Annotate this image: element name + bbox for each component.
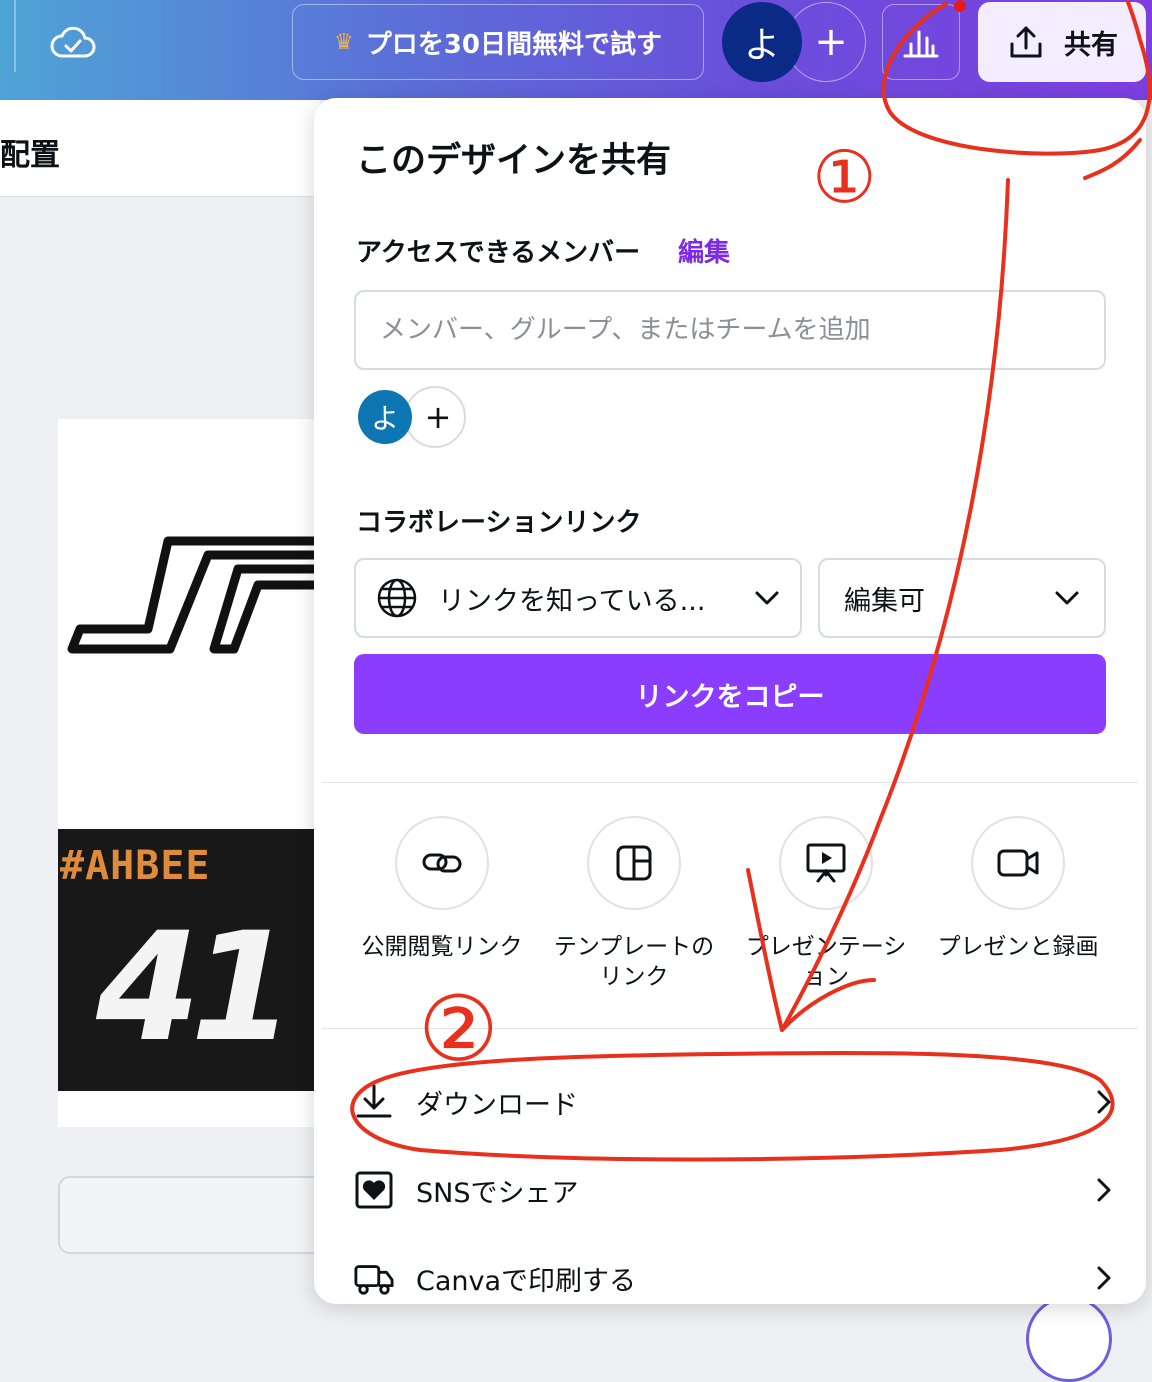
chevron-right-icon [1097, 1090, 1111, 1114]
truck-icon [354, 1258, 394, 1298]
share-panel: このデザインを共有 アクセスできるメンバー 編集 よ + コラボレーションリンク… [314, 98, 1146, 1304]
present-and-record-option[interactable]: プレゼンと録画 [925, 816, 1111, 962]
template-icon [616, 845, 652, 881]
members-heading: アクセスできるメンバー [356, 238, 641, 268]
member-search-input[interactable] [354, 290, 1106, 370]
top-toolbar: ♛ プロを30日間無料で試す よ + 共有 [0, 0, 1152, 100]
share-button[interactable]: 共有 [978, 2, 1146, 82]
pro-trial-label: プロを30日間無料で試す [365, 29, 662, 60]
heart-icon [354, 1170, 394, 1210]
link-access-value: リンクを知っている... [438, 585, 706, 617]
print-label: Canvaで印刷する [416, 1265, 637, 1297]
divider [322, 782, 1138, 783]
link-access-dropdown[interactable]: リンクを知っている... [354, 558, 802, 638]
chevron-right-icon [1097, 1178, 1111, 1202]
add-member-button[interactable]: + [404, 386, 466, 448]
collab-link-heading: コラボレーションリンク [356, 508, 642, 538]
option-label: プレゼンと録画 [937, 934, 1099, 960]
public-view-link-option[interactable]: 公開閲覧リンク [349, 816, 535, 962]
upload-icon [1010, 26, 1042, 58]
permission-value: 編集可 [844, 585, 925, 617]
presentation-option[interactable]: プレゼンテーション [733, 816, 919, 992]
video-camera-icon [997, 849, 1039, 877]
notes-input[interactable] [58, 1176, 338, 1254]
link-icon [422, 853, 462, 873]
chevron-right-icon [1097, 1266, 1111, 1290]
social-share-label: SNSでシェア [416, 1177, 579, 1209]
chevron-down-icon [755, 591, 779, 605]
share-label: 共有 [1064, 29, 1118, 61]
edit-members-link[interactable]: 編集 [678, 232, 730, 269]
bar-chart-icon [903, 30, 939, 58]
presentation-icon [806, 843, 846, 883]
cloud-check-icon[interactable] [50, 22, 96, 62]
plus-icon: + [814, 19, 848, 65]
member-avatar: よ [358, 390, 412, 444]
editor-subbar: 配置 [0, 100, 320, 197]
download-icon [354, 1082, 394, 1122]
insights-button[interactable] [882, 4, 960, 80]
template-link-option[interactable]: テンプレートのリンク [541, 816, 727, 992]
download-label: ダウンロード [416, 1089, 578, 1121]
social-share-row[interactable]: SNSでシェア [354, 1154, 1114, 1226]
position-menu[interactable]: 配置 [0, 130, 60, 174]
pro-trial-button[interactable]: ♛ プロを30日間無料で試す [292, 4, 704, 80]
option-label: 公開閲覧リンク [361, 934, 523, 960]
copy-link-button[interactable]: リンクをコピー [354, 654, 1106, 734]
option-label: テンプレートのリンク [553, 934, 715, 990]
toolbar-divider [14, 0, 16, 72]
sticker-graphic: #AHBEE 41 [58, 829, 320, 1091]
chevron-down-icon [1055, 591, 1079, 605]
user-avatar[interactable]: よ [722, 2, 802, 82]
magic-assistant-button[interactable] [1026, 1296, 1112, 1382]
annotation-dot [954, 0, 966, 12]
download-row[interactable]: ダウンロード [354, 1066, 1114, 1138]
panel-title: このデザインを共有 [356, 141, 672, 181]
print-row[interactable]: Canvaで印刷する [354, 1242, 1114, 1304]
sticker-text: #AHBEE [60, 843, 211, 889]
permission-dropdown[interactable]: 編集可 [818, 558, 1106, 638]
design-canvas[interactable]: #AHBEE 41 [58, 419, 320, 1127]
divider [322, 1028, 1138, 1029]
globe-icon [377, 578, 417, 618]
crown-icon: ♛ [334, 29, 354, 55]
plus-icon: + [424, 398, 452, 436]
sticker-number: 41 [96, 901, 295, 1075]
option-label: プレゼンテーション [745, 934, 907, 990]
logo-graphic [67, 536, 320, 654]
